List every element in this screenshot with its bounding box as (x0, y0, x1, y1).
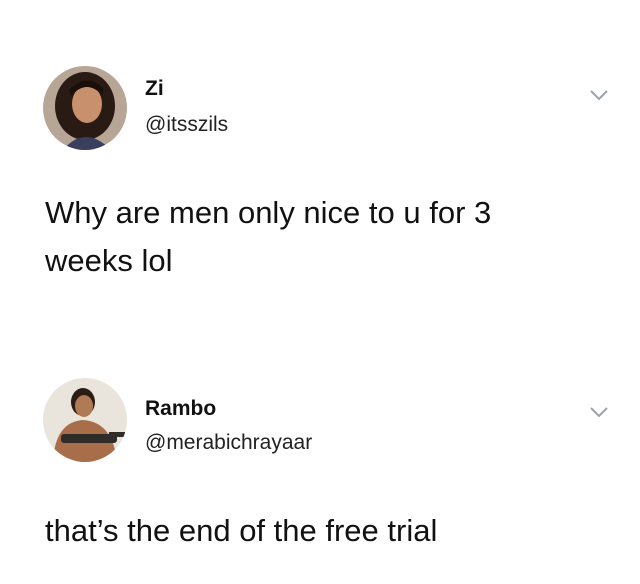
tweet-text: Why are men only nice to u for 3 weeks l… (45, 195, 492, 278)
chevron-down-icon[interactable] (589, 406, 609, 418)
display-name[interactable]: Rambo (145, 397, 216, 421)
avatar-zi[interactable] (43, 66, 127, 150)
user-handle[interactable]: @merabichrayaar (145, 431, 312, 455)
avatar-rambo[interactable] (43, 378, 127, 462)
display-name[interactable]: Zi (145, 77, 164, 101)
chevron-down-icon[interactable] (589, 89, 609, 101)
tweet-text: that’s the end of the free trial (45, 513, 438, 548)
user-handle[interactable]: @itsszils (145, 113, 228, 137)
